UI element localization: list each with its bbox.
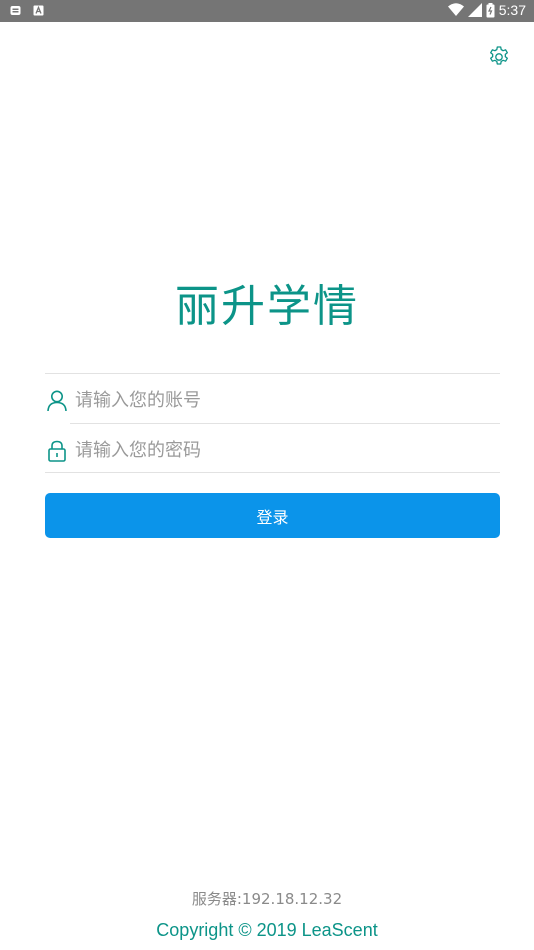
- lock-icon: [46, 439, 68, 463]
- app-title: 丽升学情: [175, 281, 359, 332]
- account-divider: [70, 423, 500, 424]
- a-icon: [33, 5, 44, 16]
- password-input[interactable]: [75, 427, 495, 473]
- copyright: Copyright © 2019 LeaScent: [156, 920, 378, 940]
- user-icon: [46, 389, 68, 413]
- settings-button[interactable]: [487, 45, 511, 69]
- account-field: [45, 377, 500, 423]
- status-bar: 5:37: [0, 0, 534, 22]
- battery-icon: [486, 2, 495, 18]
- login-button[interactable]: 登录: [45, 493, 500, 538]
- gear-icon: [490, 46, 508, 65]
- account-input[interactable]: [75, 377, 495, 423]
- status-time: 5:37: [498, 2, 526, 18]
- password-field: [45, 427, 500, 473]
- wifi-icon: [447, 3, 464, 17]
- cell-signal-icon: [467, 3, 482, 17]
- login-screen: 5:37 丽升学情 请输入您的账号 登录 服务器:192.18.12.32 Co…: [0, 0, 534, 950]
- form-top-divider: [45, 373, 500, 374]
- server-info: 服务器:192.18.12.32: [191, 890, 343, 908]
- notification-icon: [10, 5, 21, 16]
